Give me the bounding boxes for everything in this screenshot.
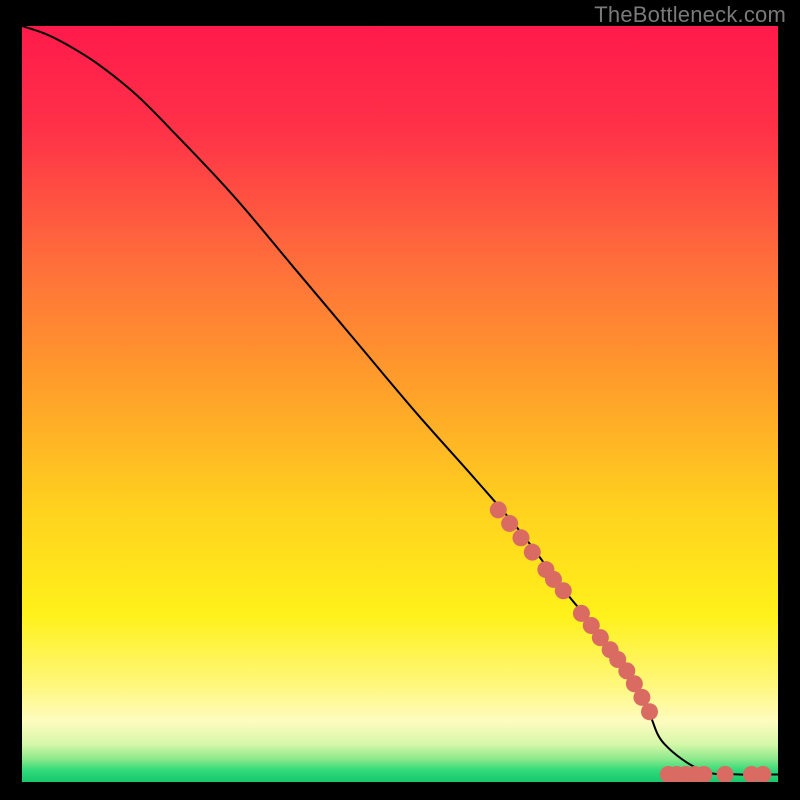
main-curve xyxy=(22,26,778,775)
data-marker xyxy=(641,703,658,720)
data-marker xyxy=(633,689,650,706)
curve-layer xyxy=(22,26,778,782)
data-marker xyxy=(717,766,734,782)
chart-frame: TheBottleneck.com xyxy=(0,0,800,800)
plot-area xyxy=(22,26,778,782)
data-marker xyxy=(555,582,572,599)
data-marker xyxy=(501,515,518,532)
data-marker xyxy=(524,544,541,561)
watermark-text: TheBottleneck.com xyxy=(594,2,786,28)
data-marker xyxy=(490,501,507,518)
data-marker xyxy=(512,529,529,546)
